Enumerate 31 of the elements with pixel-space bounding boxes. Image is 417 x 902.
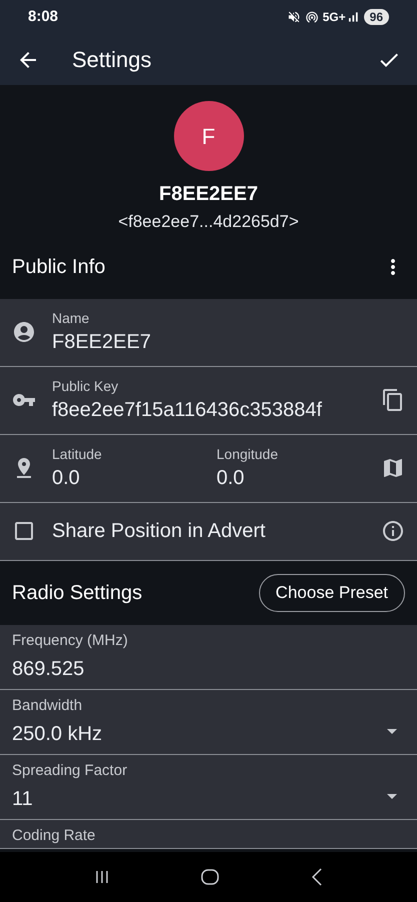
input-field[interactable]: Frequency (MHz) 869.525 xyxy=(0,624,417,690)
profile-key: <f8ee2ee7...4d2265d7> xyxy=(118,209,299,234)
screen-title: Settings xyxy=(72,46,152,74)
home-icon[interactable] xyxy=(201,868,220,886)
dropdown-field[interactable]: Bandwidth 250.0 kHz xyxy=(0,690,417,754)
input-field[interactable]: Latitude 0.0 xyxy=(52,434,216,502)
profile-name: F8EE2EE7 xyxy=(159,182,258,207)
checkbox-label: Share Position in Advert xyxy=(52,519,266,544)
choose-preset-button[interactable]: Choose Preset xyxy=(258,574,405,612)
recent-apps-icon[interactable] xyxy=(94,869,110,885)
input-field[interactable]: Public Key f8ee2ee7f15a116436c353884f xyxy=(52,366,373,434)
section-title: Radio Settings xyxy=(12,580,144,606)
network-label: 5G+ xyxy=(322,9,346,26)
input-field[interactable]: Longitude 0.0 xyxy=(216,434,381,502)
back-icon[interactable] xyxy=(311,868,324,886)
hotspot-icon xyxy=(304,10,319,24)
section-title: Public Info xyxy=(12,254,106,280)
status-time: 8:08 xyxy=(28,6,58,27)
checkbox[interactable] xyxy=(12,519,36,543)
dropdown-arrow-icon xyxy=(387,794,397,798)
mute-icon xyxy=(286,10,301,24)
copy-icon[interactable] xyxy=(381,388,405,412)
input-field[interactable]: Name F8EE2EE7 xyxy=(52,298,405,366)
map-icon[interactable] xyxy=(381,456,405,480)
avatar: F xyxy=(174,101,244,171)
input-field[interactable]: Coding Rate xyxy=(0,820,417,848)
person-icon xyxy=(12,320,36,344)
info-icon[interactable] xyxy=(381,519,405,543)
dropdown-arrow-icon xyxy=(387,728,397,734)
dropdown-field[interactable]: Spreading Factor 11 xyxy=(0,754,417,820)
battery-badge: 96 xyxy=(364,9,389,25)
